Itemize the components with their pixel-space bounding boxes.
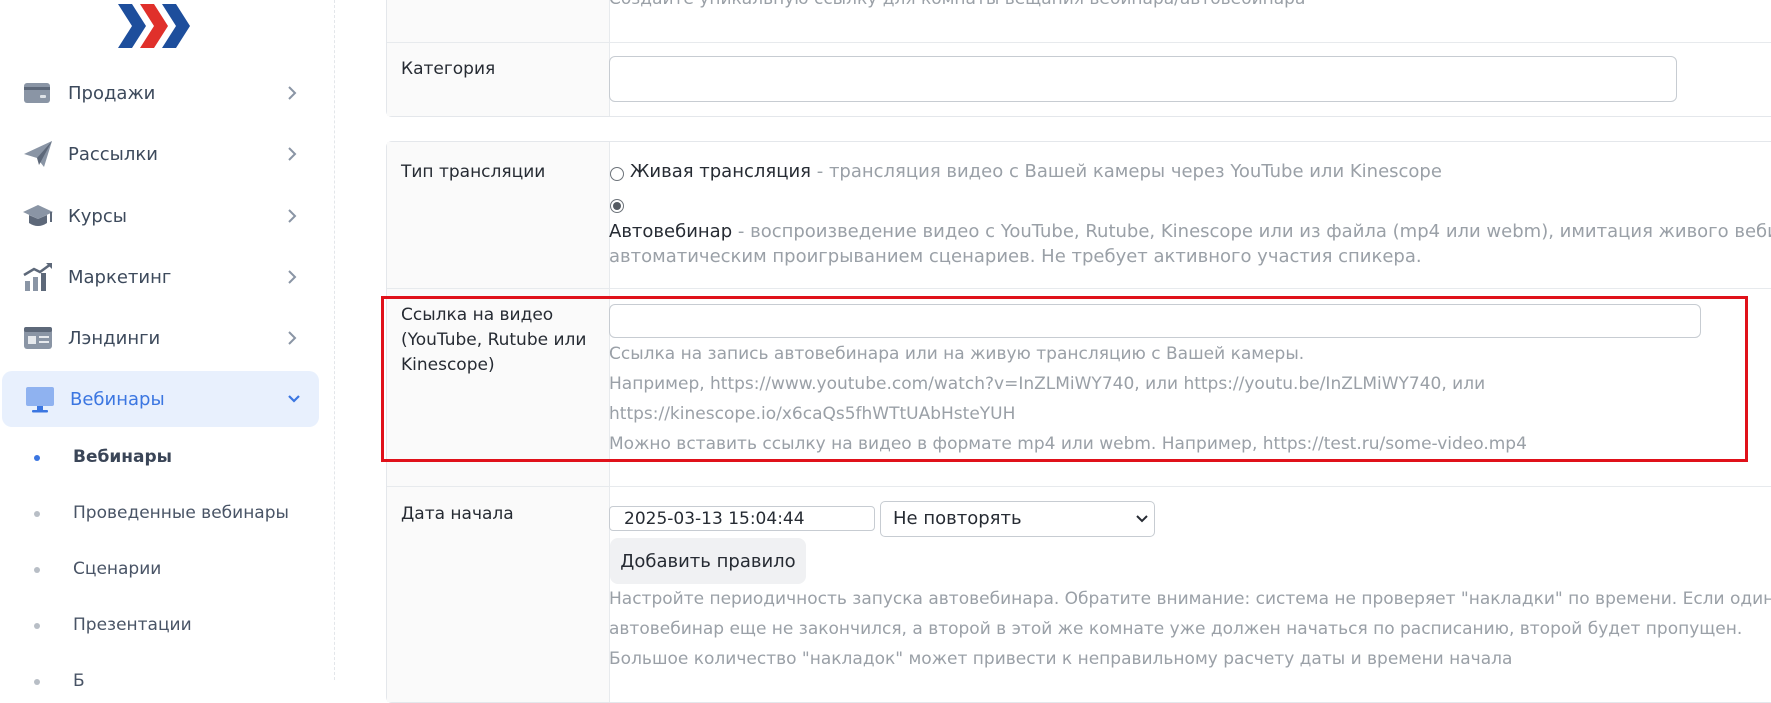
add-rule-button-label: Добавить правило — [620, 550, 796, 572]
chevron-right-icon — [288, 331, 297, 345]
bullet-dot — [34, 567, 40, 573]
label-column — [387, 142, 610, 702]
row-divider — [387, 288, 1771, 289]
chevron-right-icon — [288, 209, 297, 223]
sidebar-item-label: Вебинары — [70, 388, 165, 410]
video-link-hint-3: https://kinescope.io/x6caQs5fhWTtUAbHste… — [609, 404, 1016, 424]
row-divider — [387, 42, 1771, 43]
submenu-item-past-webinars[interactable]: Проведенные вебинары — [0, 494, 320, 534]
sidebar-item-webinars[interactable]: Вебинары — [2, 371, 319, 427]
submenu-item-label: Сценарии — [73, 559, 162, 579]
bullet-dot — [34, 511, 40, 517]
submenu-item-webinars[interactable]: Вебинары — [0, 438, 320, 478]
start-date-hint-2: автовебинар еще не закончился, а второй … — [609, 619, 1743, 639]
video-link-label-line1: Ссылка на видео — [401, 305, 554, 325]
autowebinar-desc-cont: автоматическим проигрыванием сценариев. … — [609, 246, 1422, 267]
submenu-item-label: Б — [73, 671, 85, 691]
live-broadcast-desc: - трансляция видео с Вашей камеры через … — [811, 161, 1442, 182]
start-date-hint-1: Настройте периодичность запуска автовеби… — [609, 589, 1771, 609]
video-link-input[interactable] — [609, 304, 1701, 338]
video-link-label-line3: Kinescope) — [401, 355, 495, 375]
sidebar-item-label: Маркетинг — [68, 266, 172, 288]
start-date-hint-3: Большое количество "накладок" может прив… — [609, 649, 1513, 669]
category-label: Категория — [401, 59, 496, 79]
landing-card-icon — [24, 327, 52, 349]
sidebar-item-mailings[interactable]: Рассылки — [0, 126, 320, 182]
video-link-hint-4: Можно вставить ссылку на видео в формате… — [609, 434, 1527, 454]
repeat-select-value: Не повторять — [893, 508, 1022, 529]
add-rule-button[interactable]: Добавить правило — [610, 538, 806, 584]
sidebar-item-label: Рассылки — [68, 143, 158, 165]
video-link-hint-1: Ссылка на запись автовебинара или на жив… — [609, 344, 1305, 364]
submenu-item-label: Презентации — [73, 615, 192, 635]
autowebinar-option[interactable]: Автовебинар - воспроизведение видео с Yo… — [609, 221, 1771, 242]
bullet-dot — [34, 623, 40, 629]
monitor-icon — [26, 387, 54, 413]
sidebar-item-label: Продажи — [68, 82, 156, 104]
video-link-label-line2: (YouTube, Rutube или — [401, 330, 587, 350]
autowebinar-radio[interactable] — [610, 199, 624, 213]
sidebar-item-courses[interactable]: Курсы — [0, 188, 320, 244]
category-input[interactable] — [609, 56, 1677, 102]
sidebar: Продажи Рассылки Курсы Маркетинг Лэндинг… — [0, 0, 335, 691]
submenu-item-partial[interactable]: Б — [0, 662, 320, 702]
autowebinar-desc: - воспроизведение видео с YouTube, Rutub… — [732, 221, 1771, 242]
sidebar-item-marketing[interactable]: Маркетинг — [0, 249, 320, 305]
brand-chevrons-logo[interactable] — [118, 2, 194, 50]
sidebar-item-landings[interactable]: Лэндинги — [0, 310, 320, 366]
start-date-label: Дата начала — [401, 504, 514, 524]
wallet-icon — [24, 83, 50, 103]
start-date-input[interactable] — [609, 506, 875, 531]
bullet-dot — [34, 455, 40, 461]
chevron-right-icon — [288, 86, 297, 100]
sidebar-item-sales[interactable]: Продажи — [0, 65, 320, 121]
live-broadcast-option[interactable]: Живая трансляция - трансляция видео с Ва… — [630, 161, 1442, 182]
sidebar-item-label: Курсы — [68, 205, 127, 227]
chevron-down-icon — [288, 395, 300, 403]
room-link-hint: Создайте уникальную ссылку для комнаты в… — [609, 0, 1305, 9]
video-link-hint-2: Например, https://www.youtube.com/watch?… — [609, 374, 1486, 394]
submenu-item-label: Вебинары — [73, 447, 173, 467]
main-content: Создайте уникальную ссылку для комнаты в… — [334, 0, 1771, 703]
form-card-broadcast: Тип трансляции Живая трансляция - трансл… — [386, 141, 1771, 703]
submenu-item-scenarios[interactable]: Сценарии — [0, 550, 320, 590]
broadcast-type-label: Тип трансляции — [401, 162, 546, 182]
submenu-item-presentations[interactable]: Презентации — [0, 606, 320, 646]
submenu-item-label: Проведенные вебинары — [73, 503, 289, 523]
paper-plane-icon — [24, 141, 52, 167]
chevron-right-icon — [288, 270, 297, 284]
repeat-select[interactable]: Не повторять — [880, 501, 1155, 537]
form-card-general: Создайте уникальную ссылку для комнаты в… — [386, 0, 1771, 117]
live-broadcast-radio[interactable] — [610, 167, 624, 181]
chevron-down-icon — [1136, 515, 1148, 523]
sidebar-item-label: Лэндинги — [68, 327, 161, 349]
growth-chart-icon — [23, 262, 52, 291]
graduation-cap-icon — [23, 205, 53, 226]
autowebinar-title: Автовебинар — [609, 221, 733, 242]
chevron-right-icon — [288, 147, 297, 161]
live-broadcast-title: Живая трансляция — [630, 161, 811, 182]
row-divider — [387, 486, 1771, 487]
